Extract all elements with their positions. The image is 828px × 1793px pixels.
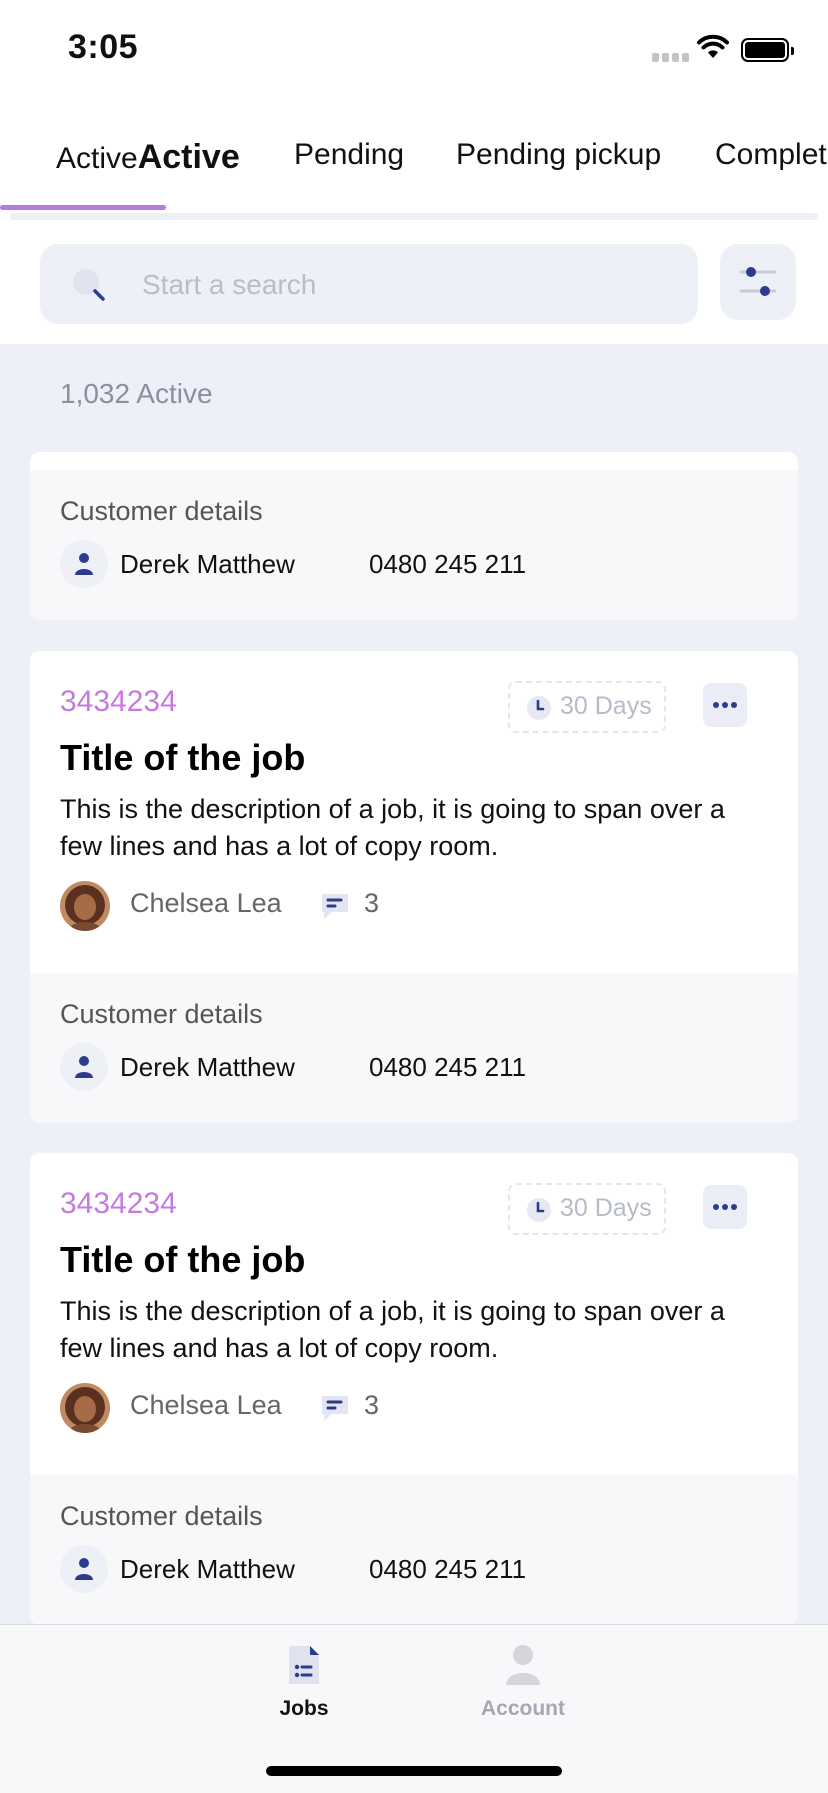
customer-name: Derek Matthew (120, 1554, 295, 1584)
tab-active-label-bold: Active (137, 138, 240, 176)
filter-sliders-icon (739, 267, 777, 296)
avatar (60, 881, 110, 931)
comment-count: 3 (364, 1390, 380, 1420)
days-text: 30 Days (560, 1194, 652, 1222)
comment-count: 3 (364, 888, 380, 918)
assignee-name: Chelsea Lea (130, 1390, 282, 1420)
customer-name: Derek Matthew (120, 1052, 295, 1082)
customer-avatar (60, 1043, 108, 1091)
nav-account[interactable]: Account (463, 1643, 583, 1721)
tab-divider (10, 213, 818, 220)
job-description: This is the description of a job, it is … (60, 1296, 725, 1363)
document-list-icon (289, 1646, 319, 1684)
avatar (60, 1383, 110, 1433)
job-card[interactable]: Customer details Derek Matthew 0480 245 … (30, 452, 798, 620)
search-icon (73, 269, 105, 301)
person-icon (75, 1056, 93, 1078)
person-icon (506, 1645, 540, 1685)
clock-icon (527, 696, 551, 720)
search-input[interactable] (140, 244, 684, 326)
nav-jobs[interactable]: Jobs (244, 1643, 364, 1721)
customer-details: Customer details Derek Matthew 0480 245 … (30, 973, 798, 1123)
job-count: 1,032 Active (60, 378, 213, 409)
tab-active-label: Active (56, 142, 138, 175)
job-card[interactable]: 3434234 30 Days Title of the job This is… (30, 651, 798, 1123)
job-list[interactable]: 1,032 Active Customer details Derek Matt… (0, 344, 828, 1624)
customer-details-label: Customer details (60, 496, 263, 526)
assignee-name: Chelsea Lea (130, 888, 282, 918)
active-tab-indicator (0, 205, 166, 210)
search-area (0, 220, 828, 344)
customer-details: Customer details Derek Matthew 0480 245 … (30, 1475, 798, 1624)
status-bar: 3:05 (0, 0, 828, 100)
comment-icon (322, 1396, 348, 1421)
customer-details-label: Customer details (60, 1501, 263, 1531)
tab-active[interactable]: ActiveActive (56, 138, 240, 177)
search-box[interactable] (40, 244, 698, 326)
nav-jobs-label: Jobs (279, 1697, 329, 1720)
status-tabs: ActiveActive Pending Pending pickup Comp… (0, 100, 828, 220)
filter-button[interactable] (720, 244, 796, 320)
job-title: Title of the job (60, 737, 306, 778)
tab-completed[interactable]: Complet (715, 138, 827, 172)
customer-avatar (60, 540, 108, 588)
customer-phone[interactable]: 0480 245 211 (369, 1554, 526, 1585)
customer-name: Derek Matthew (120, 549, 295, 579)
tab-pending-pickup[interactable]: Pending pickup (456, 138, 661, 172)
job-title: Title of the job (60, 1239, 306, 1280)
job-id: 3434234 (60, 685, 177, 718)
tab-pending[interactable]: Pending (294, 138, 404, 172)
days-badge: 30 Days (508, 1183, 666, 1235)
days-badge: 30 Days (508, 681, 666, 733)
home-indicator (266, 1766, 562, 1776)
more-options-button[interactable] (703, 683, 747, 727)
customer-phone[interactable]: 0480 245 211 (369, 549, 526, 580)
job-card[interactable]: 3434234 30 Days Title of the job This is… (30, 1153, 798, 1624)
cellular-signal-icon (652, 53, 689, 62)
customer-details: Customer details Derek Matthew 0480 245 … (30, 470, 798, 620)
nav-account-label: Account (481, 1697, 565, 1720)
person-icon (75, 1558, 93, 1580)
battery-icon (741, 38, 794, 62)
more-options-button[interactable] (703, 1185, 747, 1229)
wifi-icon (697, 34, 729, 58)
job-description: This is the description of a job, it is … (60, 794, 725, 861)
status-time: 3:05 (68, 28, 139, 66)
clock-icon (527, 1198, 551, 1222)
comment-icon (322, 894, 348, 919)
customer-details-label: Customer details (60, 999, 263, 1029)
person-icon (75, 553, 93, 575)
customer-phone[interactable]: 0480 245 211 (369, 1052, 526, 1083)
days-text: 30 Days (560, 692, 652, 720)
job-id: 3434234 (60, 1187, 177, 1220)
customer-avatar (60, 1545, 108, 1593)
